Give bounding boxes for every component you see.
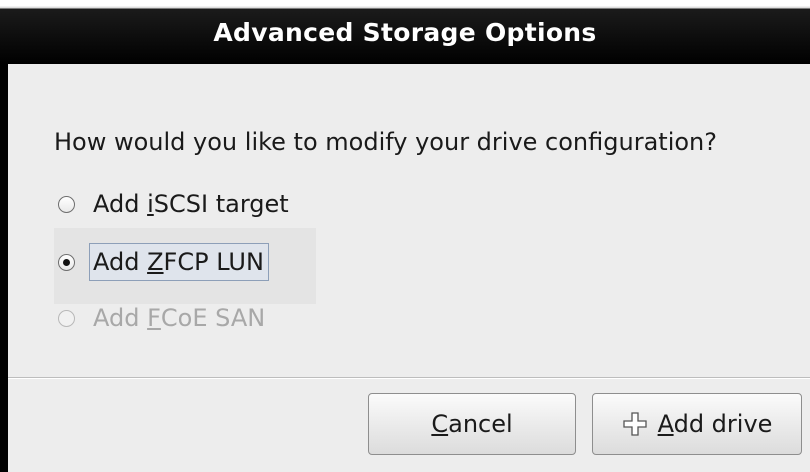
add-drive-button-label: Add drive bbox=[657, 410, 773, 438]
option-label-iscsi: Add iSCSI target bbox=[93, 190, 289, 218]
window-title: Advanced Storage Options bbox=[213, 18, 597, 47]
window-border bbox=[0, 64, 8, 472]
radio-circle-icon[interactable] bbox=[58, 195, 75, 213]
dialog-content: How would you like to modify your drive … bbox=[8, 64, 810, 472]
cancel-button[interactable]: Cancel bbox=[368, 393, 576, 455]
question-label: How would you like to modify your drive … bbox=[54, 128, 717, 156]
button-separator bbox=[8, 377, 810, 379]
radio-circle-icon bbox=[58, 309, 75, 327]
radio-add-zfcp-lun[interactable]: Add ZFCP LUN bbox=[54, 242, 269, 282]
option-label-fcoe: Add FCoE SAN bbox=[93, 304, 266, 332]
advanced-storage-dialog: Advanced Storage Options How would you l… bbox=[0, 0, 810, 472]
add-drive-button[interactable]: Add drive bbox=[592, 393, 802, 455]
cancel-button-label: Cancel bbox=[431, 410, 513, 438]
radio-add-iscsi-target[interactable]: Add iSCSI target bbox=[54, 184, 289, 224]
radio-checked-icon[interactable] bbox=[58, 253, 75, 271]
title-bar[interactable]: Advanced Storage Options bbox=[0, 0, 810, 64]
radio-add-fcoe-san: Add FCoE SAN bbox=[54, 298, 265, 338]
plus-icon bbox=[622, 412, 647, 436]
option-label-zfcp: Add ZFCP LUN bbox=[89, 243, 269, 281]
